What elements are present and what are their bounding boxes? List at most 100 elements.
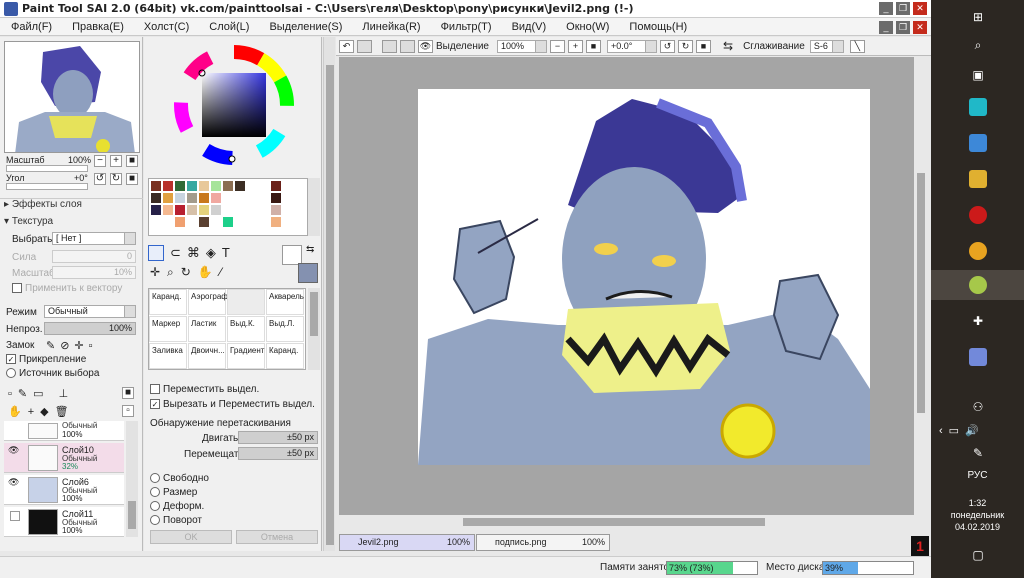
app-icon[interactable]: ✚ [969,312,987,330]
app-icon[interactable] [969,134,987,152]
invert-selection-button[interactable] [400,39,415,53]
layer-row[interactable]: Обычный 100% [4,421,124,441]
canvas-vscroll-thumb[interactable] [917,173,925,413]
selection-tools-row[interactable]: ⊂⌘◈T [170,245,236,261]
rotate-left-button[interactable]: ↺ [660,39,675,53]
layer-toolbar-top[interactable]: ▫✎▭ ⊥ [8,387,74,400]
lock-icons[interactable]: ✎⊘✛▫ [46,339,98,352]
layer-toolbar-bottom[interactable]: ✋+◆🗑 [8,405,75,418]
move-selection-checkbox[interactable] [150,384,160,395]
apply-vector-option[interactable]: Применить к вектору [12,283,122,294]
flip-icon[interactable]: ⇆ [723,39,733,53]
file-tab-active[interactable]: Jevil2.png 100% [339,534,475,551]
tool-marker[interactable]: Маркер [149,316,187,342]
layer-row[interactable]: 👁 Слой10 Обычный 32% [4,443,124,473]
eye-icon[interactable] [10,511,20,521]
move-selection-option[interactable]: Переместить выдел. [150,384,259,395]
transform-distort-option[interactable]: Деформ. [150,501,204,512]
menu-edit[interactable]: Правка(E) [61,21,124,33]
tool-select-eraser[interactable]: Выд.Л. [266,316,304,342]
eye-icon[interactable]: 👁 [418,39,433,53]
rotate-right-button[interactable]: ↻ [110,173,122,185]
layer-settings-button[interactable]: ■ [122,387,134,399]
layer-effects-header[interactable]: ▸ Эффекты слоя [0,198,143,212]
rotate-reset-button[interactable]: ■ [126,173,138,185]
canvas-horizontal-scrollbar[interactable] [339,515,914,529]
pressure-toggle[interactable]: ╲ [849,39,865,53]
zoom-in-button[interactable]: + [568,39,583,53]
navigator-preview[interactable] [4,41,140,153]
undo-button[interactable]: ↶ [339,39,354,53]
tools-scroll-thumb[interactable] [310,292,318,336]
tools-scrollbar[interactable] [308,288,320,370]
color-swatches[interactable] [148,178,308,236]
scale-slider[interactable] [6,165,88,172]
layers-scrollbar[interactable] [126,421,138,537]
transform-rotate-radio[interactable] [150,515,160,526]
transform-free-radio[interactable] [150,473,160,484]
selection-source-option[interactable]: Источник выбора [6,368,99,379]
app-icon[interactable] [969,206,987,224]
menu-layer[interactable]: Слой(L) [198,21,249,33]
zoom-out-button[interactable]: − [550,39,565,53]
menu-file[interactable]: Файл(F) [0,21,52,33]
rotate-reset-button[interactable]: ■ [696,39,711,53]
texture-scale-field[interactable]: 10% [52,266,136,279]
ok-button[interactable]: OK [150,530,232,544]
clock-time[interactable]: 1:32 [931,498,1024,508]
layers-scroll-thumb[interactable] [128,501,136,529]
app-icon[interactable] [969,98,987,116]
secondary-color-swatch[interactable] [282,245,302,265]
tool-gradient[interactable]: Градиент [227,343,265,369]
menu-help[interactable]: Помощь(H) [618,21,687,33]
smoothing-select[interactable]: S-6 [809,39,844,53]
menu-ruler[interactable]: Линейка(R) [351,21,420,33]
eye-icon[interactable]: 👁 [8,477,22,489]
notification-center-icon[interactable]: ▢ [969,546,987,564]
rect-select-tool[interactable] [148,245,164,261]
rotate-left-button[interactable]: ↺ [94,173,106,185]
transform-scale-radio[interactable] [150,487,160,498]
doc-close-button[interactable]: ✕ [913,21,927,34]
sai-app-icon[interactable] [969,276,987,294]
tool-pencil[interactable]: Каранд. [149,289,187,315]
transform-rotate-option[interactable]: Поворот [150,515,202,526]
zoom-out-button[interactable]: − [94,155,106,167]
windows-start-icon[interactable]: ⊞ [969,8,987,26]
rotate-right-button[interactable]: ↻ [678,39,693,53]
folder-icon[interactable] [969,170,987,188]
menu-selection[interactable]: Выделение(S) [258,21,342,33]
doc-restore-button[interactable]: ❐ [896,21,910,34]
cancel-button[interactable]: Отмена [236,530,318,544]
search-icon[interactable]: ⌕ [969,36,987,54]
zoom-select[interactable]: 100% [497,39,547,53]
canvas-viewport[interactable] [339,57,914,515]
canvas-vertical-scrollbar[interactable] [914,57,928,515]
people-icon[interactable]: ⚇ [969,398,987,416]
cut-move-checkbox[interactable]: ✓ [150,399,160,410]
tool-fill[interactable]: Заливка [149,343,187,369]
tool-airbrush[interactable]: Аэрограф [188,289,228,315]
tool-empty[interactable] [227,289,265,315]
pen-icon[interactable]: ✎ [969,444,987,462]
minimize-button[interactable]: _ [879,2,893,15]
restore-button[interactable]: ❐ [896,2,910,15]
eye-icon[interactable]: 👁 [8,445,22,457]
transform-free-option[interactable]: Свободно [150,473,209,484]
canvas-artwork[interactable] [418,89,870,465]
opacity-slider[interactable]: 100% [44,322,136,335]
tool-pencil-2[interactable]: Каранд. [266,343,304,369]
layer-row[interactable]: 👁 Слой6 Обычный 100% [4,475,124,505]
zoom-reset-button[interactable]: ■ [586,39,601,53]
menu-canvas[interactable]: Холст(C) [133,21,189,33]
primary-color-swatch[interactable] [298,263,318,283]
task-view-icon[interactable]: ▣ [969,66,987,84]
deselect-button[interactable] [382,39,397,53]
swatches-scrollbar[interactable] [308,178,320,236]
cut-move-option[interactable]: ✓ Вырезать и Переместить выдел. [150,399,315,410]
angle-select[interactable]: +0.0° [607,39,657,53]
clipping-checkbox[interactable]: ✓ [6,354,16,365]
transform-scale-option[interactable]: Размер [150,487,197,498]
transform-distort-radio[interactable] [150,501,160,512]
tool-eraser[interactable]: Ластик [188,316,226,342]
